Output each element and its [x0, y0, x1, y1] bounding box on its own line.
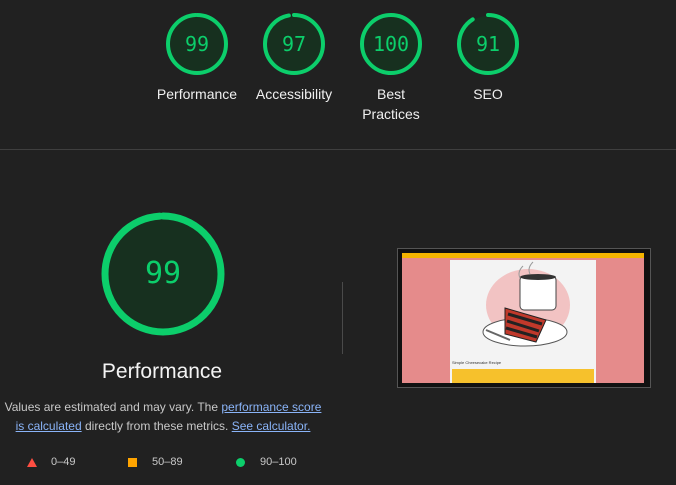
gauge-label: Best Practices — [362, 86, 420, 122]
ingredients-box — [452, 369, 594, 383]
triangle-icon — [27, 458, 37, 467]
cake-illustration — [482, 261, 570, 347]
performance-score: 99 — [144, 256, 182, 291]
vertical-separator — [342, 282, 343, 354]
description-text: directly from these metrics. — [81, 419, 232, 433]
section-divider — [0, 149, 676, 150]
final-screenshot-thumbnail[interactable]: Simple Cheesecake Recipe — [397, 248, 651, 388]
performance-gauge: 99 — [100, 211, 226, 337]
page-nav-bar — [402, 253, 644, 258]
gauge-score: 91 — [475, 32, 501, 56]
legend-range: 0–49 — [51, 456, 76, 468]
calculator-link[interactable]: See calculator. — [232, 419, 311, 433]
legend-range: 50–89 — [152, 456, 183, 468]
gauge-label: Accessibility — [255, 86, 333, 102]
performance-description: Values are estimated and may vary. The p… — [0, 398, 326, 436]
performance-title: Performance — [101, 360, 223, 383]
legend-range: 90–100 — [260, 456, 297, 468]
gauge-accessibility[interactable]: 97 Accessibility — [244, 12, 344, 104]
description-text: Values are estimated and may vary. The — [4, 400, 222, 414]
gauge-label: Performance — [156, 86, 238, 102]
category-summary: 99 Performance 97 Accessibility 100 Best… — [0, 0, 676, 150]
gauge-score: 100 — [372, 32, 410, 56]
gauge-score: 99 — [184, 32, 210, 56]
gauge-performance[interactable]: 99 Performance — [147, 12, 247, 104]
square-icon — [128, 458, 137, 467]
gauge-seo[interactable]: 91 SEO — [438, 12, 538, 104]
page-heading: Simple Cheesecake Recipe — [452, 360, 502, 365]
gauge-best-practices[interactable]: 100 Best Practices — [341, 12, 441, 124]
gauge-label: SEO — [473, 86, 503, 102]
circle-icon — [236, 458, 245, 467]
gauge-score: 97 — [281, 32, 307, 56]
